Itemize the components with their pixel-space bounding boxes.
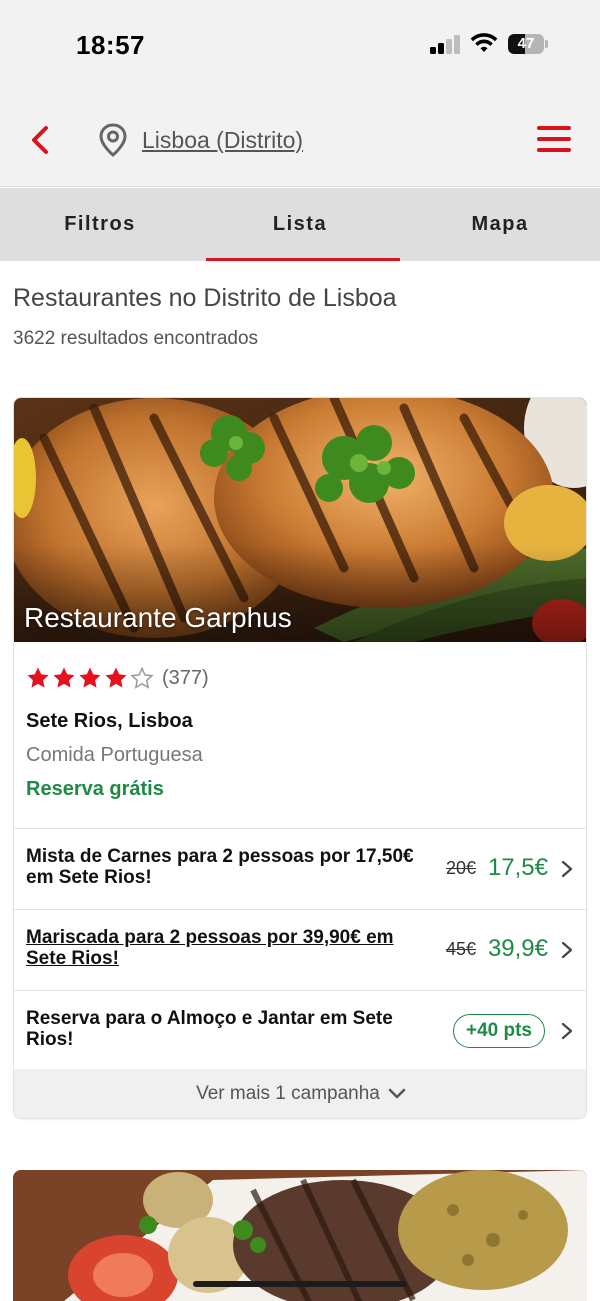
offer-text[interactable]: Mariscada para 2 pessoas por 39,90€ em S… xyxy=(26,927,426,969)
more-campaigns-label: Ver mais 1 campanha xyxy=(196,1082,380,1104)
star-empty-icon xyxy=(130,666,154,689)
chevron-down-icon xyxy=(388,1088,406,1098)
map-pin-icon xyxy=(99,123,127,157)
star-filled-icon xyxy=(27,667,49,688)
chevron-left-icon xyxy=(32,126,48,154)
offer-text: Reserva para o Almoço e Jantar em Sete R… xyxy=(26,1008,393,1050)
star-filled-icon xyxy=(79,667,101,688)
offer-row[interactable]: Reserva para o Almoço e Jantar em Sete R… xyxy=(14,990,586,1071)
offer-row[interactable]: Mista de Carnes para 2 pessoas por 17,50… xyxy=(14,828,586,909)
restaurant-cuisine: Comida Portuguesa xyxy=(26,744,203,766)
offer-row[interactable]: Mariscada para 2 pessoas por 39,90€ em S… xyxy=(14,909,586,990)
rating: (377) xyxy=(26,666,209,690)
location-selector[interactable]: Lisboa (Distrito) xyxy=(98,122,303,158)
hamburger-menu-icon xyxy=(537,126,571,130)
back-button[interactable] xyxy=(26,124,58,156)
star-filled-icon xyxy=(53,667,75,688)
app-header: Lisboa (Distrito) xyxy=(0,90,600,187)
points-badge: +40 pts xyxy=(452,1014,545,1048)
status-time: 18:57 xyxy=(76,30,145,60)
battery-level: 47 xyxy=(517,35,535,52)
star-filled-icon xyxy=(105,667,127,688)
restaurant-photo[interactable]: Restaurante Garphus xyxy=(14,398,586,642)
old-price: 20€ xyxy=(445,858,476,878)
restaurant-card[interactable]: Restaurante Garphus (377) Sete Rios, Lis… xyxy=(13,397,587,1119)
rating-count: (377) xyxy=(162,666,209,689)
cellular-signal-icon xyxy=(430,34,462,54)
restaurant-name[interactable]: Restaurante Garphus xyxy=(24,602,292,634)
old-price: 45€ xyxy=(445,939,476,959)
restaurant-location: Sete Rios, Lisboa xyxy=(26,710,193,732)
status-bar: 18:57 47 xyxy=(0,0,600,90)
tab-filtros[interactable]: Filtros xyxy=(0,188,200,261)
chevron-right-icon xyxy=(561,941,573,959)
results-count: 3622 resultados encontrados xyxy=(13,328,259,349)
view-tabs: Filtros Lista Mapa xyxy=(0,188,600,261)
offer-text: Mista de Carnes para 2 pessoas por 17,50… xyxy=(26,846,414,888)
new-price: 39,9€ xyxy=(487,935,548,962)
chevron-right-icon xyxy=(561,1022,573,1040)
chevron-right-icon xyxy=(561,860,573,878)
new-price: 17,5€ xyxy=(487,854,548,881)
more-campaigns-button[interactable]: Ver mais 1 campanha xyxy=(14,1069,586,1118)
home-indicator[interactable] xyxy=(193,1281,407,1287)
location-label[interactable]: Lisboa (Distrito) xyxy=(142,127,303,154)
wifi-icon xyxy=(470,33,498,52)
battery-icon: 47 xyxy=(508,34,548,54)
menu-button[interactable] xyxy=(537,126,571,152)
results-title: Restaurantes no Distrito de Lisboa xyxy=(13,284,397,312)
tab-lista[interactable]: Lista xyxy=(200,188,400,261)
reservation-badge: Reserva grátis xyxy=(26,778,164,800)
tab-mapa[interactable]: Mapa xyxy=(400,188,600,261)
